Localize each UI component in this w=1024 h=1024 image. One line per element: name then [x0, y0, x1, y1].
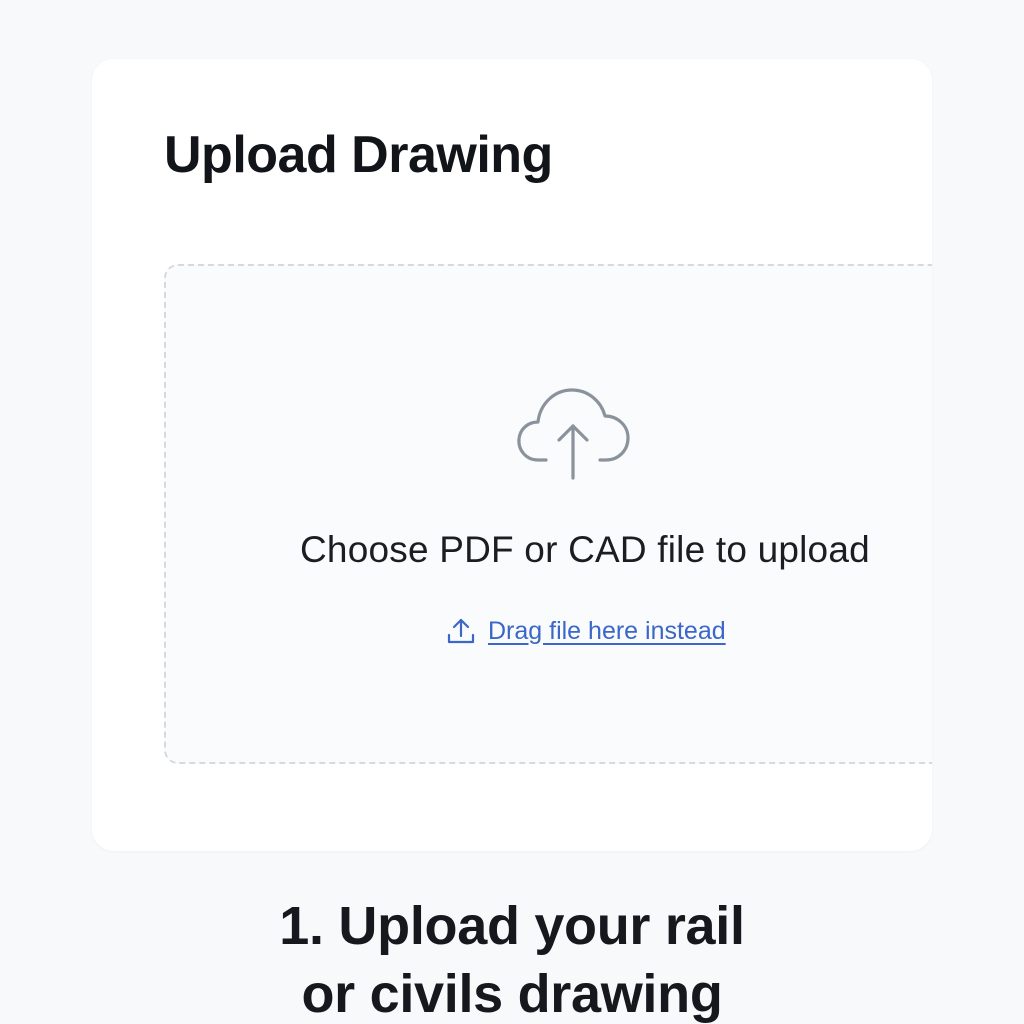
card-title: Upload Drawing [164, 126, 553, 184]
file-dropzone[interactable] [164, 264, 932, 764]
upload-prompt: Choose PDF or CAD file to upload [300, 529, 870, 570]
drag-file-link[interactable]: Drag file here instead [446, 616, 726, 646]
page: Upload Drawing Choose PDF or CAD file to… [0, 0, 1024, 1024]
upload-icon [447, 618, 475, 644]
step-caption: 1. Upload your rail or civils drawing [0, 892, 1024, 1024]
caption-line-1: 1. Upload your rail [279, 896, 745, 956]
drag-file-link-label[interactable]: Drag file here instead [488, 617, 726, 646]
cloud-upload-icon[interactable] [516, 384, 632, 484]
caption-line-2: or civils drawing [301, 964, 723, 1024]
upload-card: Upload Drawing Choose PDF or CAD file to… [92, 59, 932, 851]
